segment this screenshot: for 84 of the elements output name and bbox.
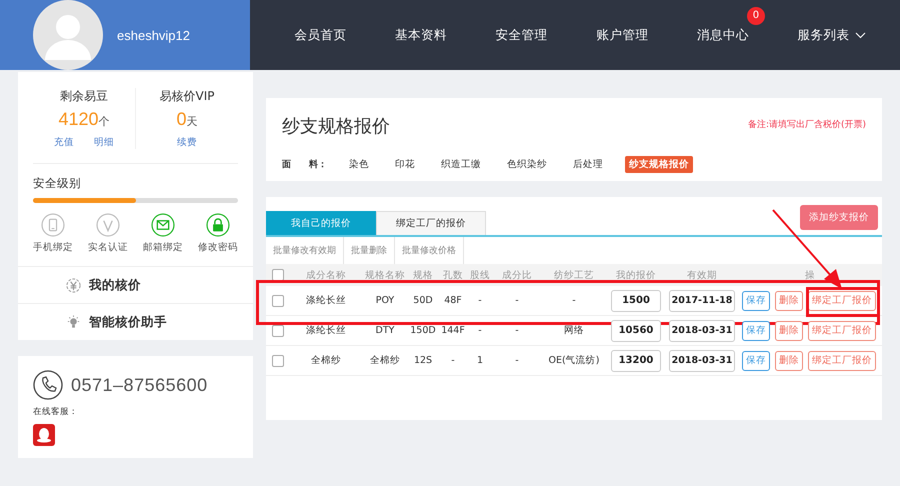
account-link[interactable]: 明细 bbox=[94, 136, 114, 149]
column-header: 纺纱工艺 bbox=[553, 268, 595, 282]
table-cell-text: OE(气流纺) bbox=[548, 354, 600, 367]
category-link[interactable]: 纱支规格报价 bbox=[625, 156, 693, 173]
table-cell-text: 144F bbox=[440, 325, 466, 336]
category-link[interactable]: 染色 bbox=[345, 156, 373, 173]
checkbox[interactable] bbox=[272, 354, 284, 366]
table-cell-text: 涤纶长丝 bbox=[305, 294, 347, 307]
table-cell-text: - bbox=[477, 325, 483, 336]
yuan-icon bbox=[66, 278, 81, 292]
lock-icon[interactable] bbox=[206, 213, 230, 237]
account-label: 易核价VIP bbox=[160, 88, 214, 105]
chat-icon[interactable] bbox=[33, 424, 55, 446]
tab[interactable]: 绑定工厂的报价 bbox=[376, 211, 486, 235]
column-header: 成分比 bbox=[501, 268, 533, 282]
nav-item[interactable]: 账户管理 bbox=[596, 26, 648, 44]
table-cell-text: 网络 bbox=[563, 324, 585, 337]
column-header: 有效期 bbox=[686, 268, 718, 282]
expiry-date-field[interactable]: 2017-11-18 bbox=[669, 290, 735, 312]
column-header: 规格名称 bbox=[364, 268, 406, 282]
table-cell-text: - bbox=[450, 355, 456, 366]
security-item-label: 修改密码 bbox=[198, 241, 238, 254]
page-title: 纱支规格报价 bbox=[282, 115, 390, 138]
column-header: 我的报价 bbox=[615, 268, 657, 282]
phone-icon[interactable] bbox=[41, 213, 65, 237]
table-cell-text: 48F bbox=[443, 295, 463, 306]
phone-icon bbox=[33, 370, 63, 400]
nav-item[interactable]: 安全管理 bbox=[496, 26, 548, 44]
table-cell-text: 涤纶长丝 bbox=[305, 324, 347, 337]
username: esheshvip12 bbox=[117, 28, 190, 42]
nav-item[interactable]: 基本资料 bbox=[394, 26, 447, 44]
security-item-label: 实名认证 bbox=[88, 241, 128, 254]
checkbox[interactable] bbox=[272, 324, 284, 336]
expiry-date-field[interactable]: 2018-03-31 bbox=[669, 320, 735, 342]
category-link[interactable]: 织造工缴 bbox=[437, 156, 485, 173]
account-link[interactable]: 充值 bbox=[54, 136, 74, 149]
lightbulb-icon bbox=[66, 314, 81, 330]
price-field[interactable]: 13200 bbox=[611, 350, 661, 372]
account-label: 剩余易豆 bbox=[60, 88, 108, 105]
column-header: 操 bbox=[804, 268, 816, 282]
account-value: 0天 bbox=[176, 109, 198, 130]
security-title: 安全级别 bbox=[33, 176, 82, 191]
table-cell-text: 1 bbox=[476, 355, 484, 366]
checkbox[interactable] bbox=[272, 294, 284, 306]
category-link[interactable]: 后处理 bbox=[569, 156, 607, 173]
notification-badge: 0 bbox=[746, 6, 765, 24]
table-cell-text: 12S bbox=[412, 355, 434, 366]
category-link[interactable]: 印花 bbox=[391, 156, 419, 173]
column-header: 孔数 bbox=[442, 268, 464, 282]
table-cell-text: 150D bbox=[409, 325, 437, 336]
account-link[interactable]: 续费 bbox=[177, 136, 197, 149]
expiry-date-field[interactable]: 2018-03-31 bbox=[669, 350, 735, 372]
table-cell-text: - bbox=[514, 295, 520, 306]
price-field[interactable]: 10560 bbox=[611, 320, 661, 342]
table-cell-text: 50D bbox=[412, 295, 434, 306]
table-cell-text: DTY bbox=[374, 325, 396, 336]
nav-item[interactable]: 会员首页 bbox=[294, 26, 346, 44]
nav-item[interactable]: 服务列表 bbox=[798, 26, 866, 44]
menu-item[interactable]: 我的核价 bbox=[89, 276, 141, 294]
note-text: 备注:请填写出厂含税价(开票) bbox=[748, 118, 866, 131]
category-link[interactable]: 色织染纱 bbox=[503, 156, 551, 173]
price-field[interactable]: 1500 bbox=[611, 290, 661, 312]
chevron-down-icon bbox=[854, 32, 866, 38]
online-service-label: 在线客服： bbox=[33, 406, 79, 418]
security-item-label: 邮箱绑定 bbox=[143, 241, 183, 254]
verify-icon[interactable] bbox=[96, 213, 120, 237]
checkbox[interactable] bbox=[272, 269, 284, 281]
security-item-label: 手机绑定 bbox=[33, 241, 73, 254]
table-cell-text: 全棉纱 bbox=[369, 354, 401, 367]
table-cell-text: - bbox=[514, 325, 520, 336]
column-header: 股线 bbox=[469, 268, 491, 282]
table-cell-text: POY bbox=[374, 295, 396, 306]
account-value: 4120个 bbox=[58, 109, 110, 130]
column-header: 成分名称 bbox=[305, 268, 347, 282]
phone-number: 0571–87565600 bbox=[71, 374, 208, 396]
mail-icon[interactable] bbox=[151, 213, 175, 237]
table-cell-text: 全棉纱 bbox=[310, 354, 342, 367]
category-label: 面 料： bbox=[282, 158, 327, 171]
avatar bbox=[33, 0, 103, 70]
table-cell-text: - bbox=[514, 355, 520, 366]
column-header: 规格 bbox=[412, 268, 434, 282]
table-cell-text: - bbox=[571, 295, 577, 306]
table-cell-text: - bbox=[477, 295, 483, 306]
menu-item[interactable]: 智能核价助手 bbox=[89, 314, 167, 330]
